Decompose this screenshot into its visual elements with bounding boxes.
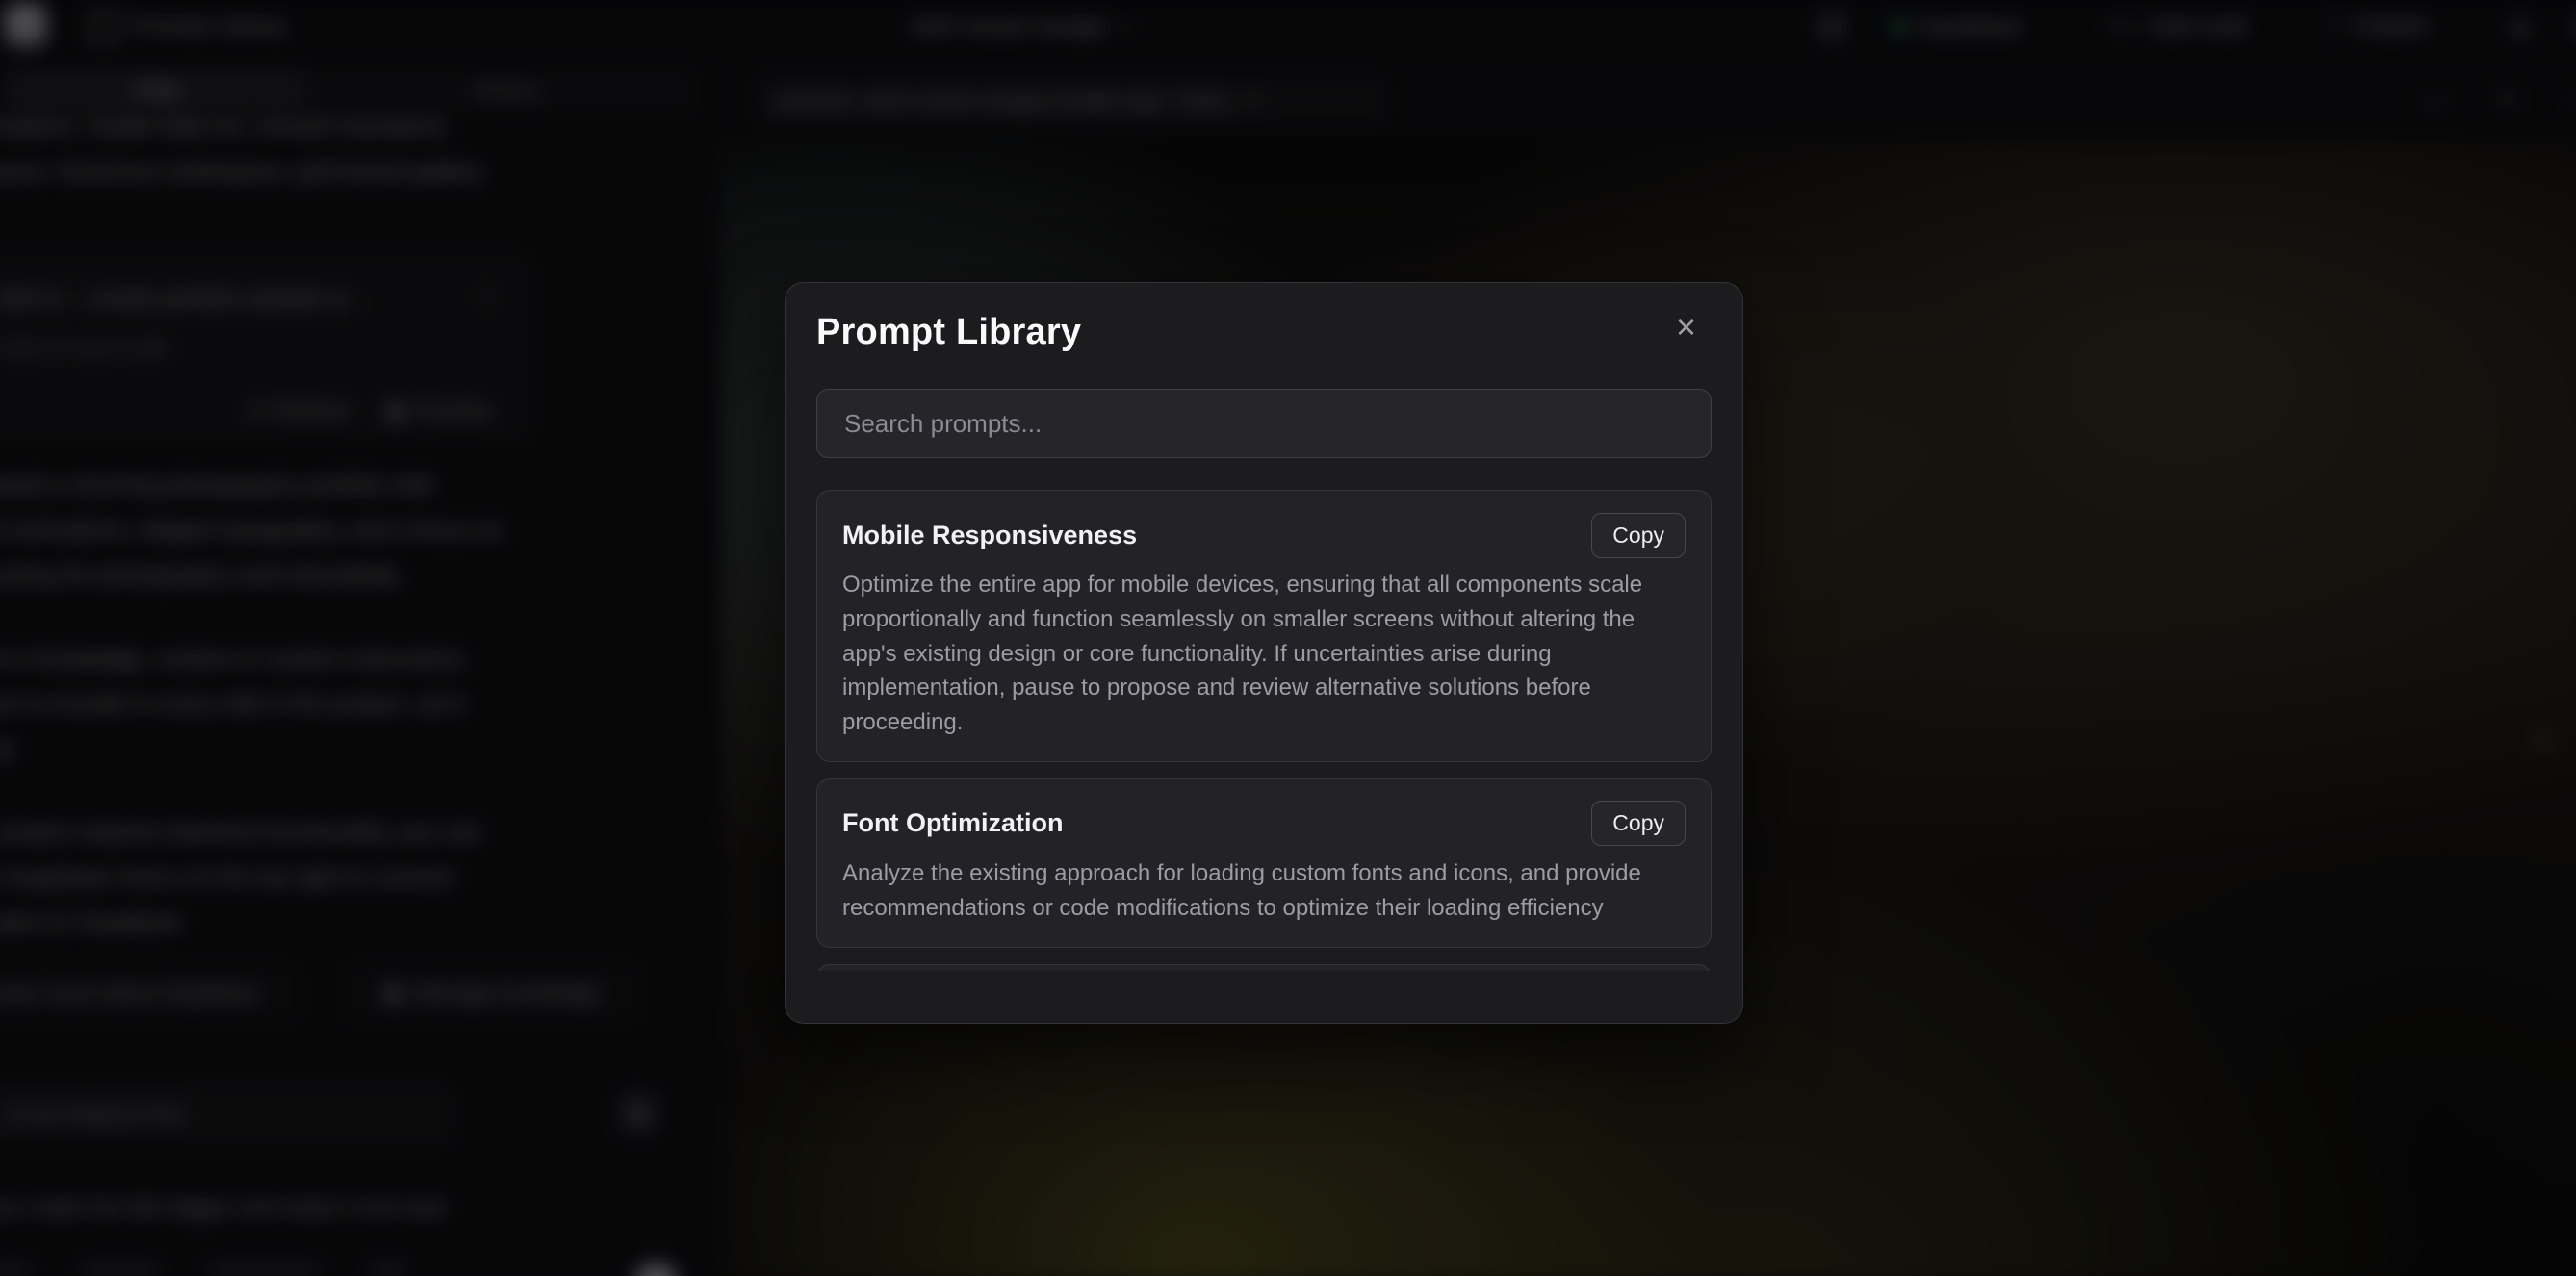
search-input[interactable] [816,389,1712,458]
copy-button[interactable]: Copy [1591,801,1686,846]
prompt-description: Analyze the existing approach for loadin… [842,856,1686,926]
prompt-list: Mobile Responsiveness Copy Optimize the … [816,490,1712,971]
dialog-title: Prompt Library [816,312,1081,353]
prompt-card: Font Optimization Copy Analyze the exist… [816,778,1712,948]
prompt-card-partial [816,964,1712,971]
prompt-title: Mobile Responsiveness [842,521,1137,550]
app-window: Prompt Library artfx-visual-voyage ▾ Sup… [0,0,2576,1276]
prompt-description: Optimize the entire app for mobile devic… [842,568,1686,740]
close-icon[interactable]: × [1676,310,1696,345]
prompt-library-dialog: Prompt Library × Mobile Responsiveness C… [785,282,1743,1024]
copy-button[interactable]: Copy [1591,513,1686,558]
prompt-title: Font Optimization [842,808,1063,838]
prompt-card: Mobile Responsiveness Copy Optimize the … [816,490,1712,762]
